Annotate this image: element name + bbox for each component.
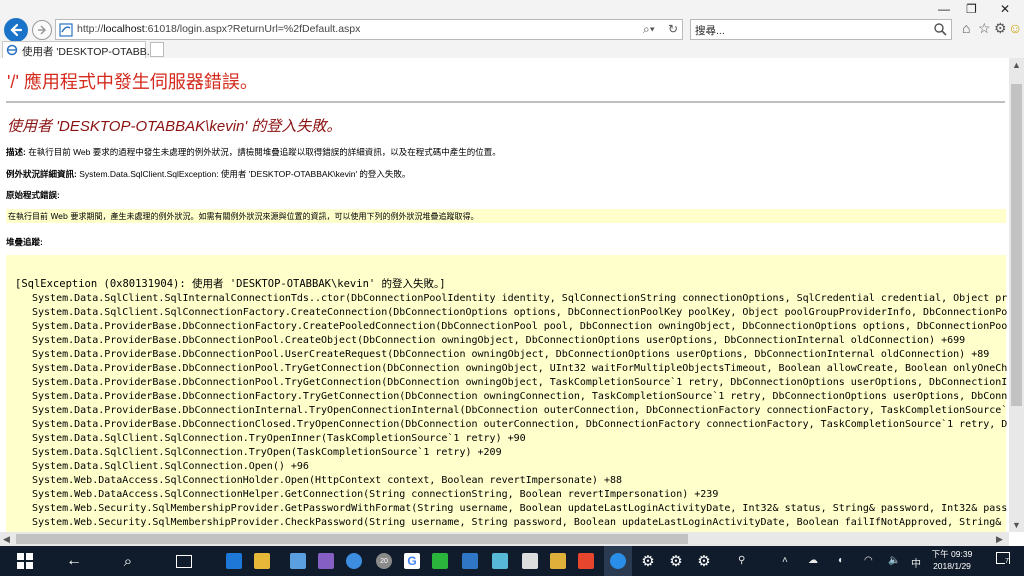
page-icon <box>59 23 73 37</box>
smiley-icon[interactable]: ☺ <box>1008 20 1022 36</box>
search-taskbar-icon[interactable]: ⌕ <box>116 546 140 576</box>
forward-button[interactable] <box>32 20 52 40</box>
scroll-up-icon[interactable]: ▲ <box>1012 60 1021 70</box>
google-icon[interactable]: G <box>400 546 424 576</box>
ie-tab-icon <box>6 44 18 56</box>
address-bar[interactable]: http://localhost:61018/login.aspx?Return… <box>55 19 683 40</box>
page-content: '/' 應用程式中發生伺服器錯誤。 使用者 'DESKTOP-OTABBAK\k… <box>0 58 1009 532</box>
minimize-icon[interactable]: — <box>938 2 950 16</box>
task-view-icon[interactable] <box>172 546 196 576</box>
exception-row: 例外狀況詳細資訊: System.Data.SqlClient.SqlExcep… <box>6 168 410 180</box>
stack-trace-lines: System.Data.SqlClient.SqlInternalConnect… <box>32 292 1007 530</box>
settings-taskbar-icon[interactable]: ⚙ <box>664 546 688 576</box>
stack-trace-line: System.Web.Security.SqlMembershipProvide… <box>32 503 1008 514</box>
stack-trace-label: 堆疊追蹤: <box>6 237 43 247</box>
shield-icon[interactable]: ◐ <box>838 555 844 566</box>
gear-icon[interactable]: ⚙ <box>994 20 1007 37</box>
cloud-icon[interactable]: ☁ <box>808 555 818 566</box>
stack-trace-line: System.Data.ProviderBase.DbConnectionPoo… <box>32 335 966 346</box>
horizontal-scroll-thumb[interactable] <box>16 534 688 544</box>
scroll-left-icon[interactable]: ◀ <box>3 534 10 545</box>
stack-trace-line: System.Data.SqlClient.SqlConnection.Open… <box>32 461 309 472</box>
tab-active[interactable]: 使用者 'DESKTOP-OTABB... <box>2 41 155 58</box>
stack-trace-line: System.Data.SqlClient.SqlConnection.TryO… <box>32 433 526 444</box>
stack-trace-line: System.Data.ProviderBase.DbConnectionFac… <box>32 321 1008 332</box>
search-input[interactable]: 搜尋... <box>695 23 725 38</box>
description-row: 描述: 在執行目前 Web 要求的過程中發生未處理的例外狀況，請檢閱堆疊追蹤以取… <box>6 146 501 158</box>
error-subtitle: 使用者 'DESKTOP-OTABBAK\kevin' 的登入失敗。 <box>7 118 342 135</box>
file-explorer-icon[interactable] <box>250 546 274 576</box>
line-icon[interactable] <box>428 546 452 576</box>
home-icon[interactable]: ⌂ <box>962 20 970 36</box>
favorites-icon[interactable]: ☆ <box>978 20 991 37</box>
stack-trace-line: System.Data.ProviderBase.DbConnectionFac… <box>32 391 1008 402</box>
chevron-up-icon[interactable]: ˄ <box>782 555 788 566</box>
source-error-label: 原始程式錯誤: <box>6 190 60 200</box>
stack-trace-line: System.Data.ProviderBase.DbConnectionPoo… <box>32 363 1008 374</box>
new-tab-button[interactable] <box>150 42 164 57</box>
stack-trace-line: System.Data.SqlClient.SqlInternalConnect… <box>32 293 1008 304</box>
url-text: http://localhost:61018/login.aspx?Return… <box>77 23 361 35</box>
visual-studio-icon[interactable] <box>314 546 338 576</box>
arrow-left-icon <box>10 23 23 37</box>
back-button[interactable] <box>4 18 28 42</box>
network-app-icon[interactable] <box>518 546 542 576</box>
action-center-icon[interactable]: 7 <box>996 552 1012 568</box>
scroll-right-icon[interactable]: ▶ <box>996 534 1003 545</box>
search-dropdown-icon[interactable]: ⌕▾ <box>643 22 655 37</box>
exception-label: 例外狀況詳細資訊: <box>6 169 77 179</box>
clock-date: 2018/1/29 <box>933 561 971 571</box>
browser-chrome: http://localhost:61018/login.aspx?Return… <box>0 0 1024 58</box>
stack-trace-line: System.Data.ProviderBase.DbConnectionClo… <box>32 419 1008 430</box>
edge-icon[interactable] <box>222 546 246 576</box>
tablet-app-icon[interactable] <box>488 546 512 576</box>
stack-trace-line: System.Data.SqlClient.SqlConnection.TryO… <box>32 447 502 458</box>
stack-trace-line: System.Data.ProviderBase.DbConnectionPoo… <box>32 377 1008 388</box>
notification-count: 7 <box>1005 558 1009 565</box>
music-icon[interactable] <box>574 546 598 576</box>
description-text: 在執行目前 Web 要求的過程中發生未處理的例外狀況，請檢閱堆疊追蹤以取得錯誤的… <box>25 147 501 157</box>
refresh-icon[interactable]: ↻ <box>668 22 678 36</box>
stack-trace-box: [SqlException (0x80131904): 使用者 'DESKTOP… <box>6 255 1007 532</box>
people-icon[interactable]: ⚲ <box>738 555 745 566</box>
store-icon[interactable] <box>286 546 310 576</box>
gear-taskbar-icon[interactable]: ⚙ <box>636 546 660 576</box>
stack-trace-line: System.Data.ProviderBase.DbConnectionPoo… <box>32 349 990 360</box>
search-icon[interactable] <box>933 22 947 36</box>
stack-trace-line: System.Web.Security.SqlMembershipProvide… <box>32 517 1002 528</box>
internet-explorer-icon[interactable] <box>604 546 632 576</box>
windows-start-icon[interactable] <box>10 546 40 576</box>
arrow-right-icon <box>38 25 47 35</box>
stack-trace-line: System.Data.SqlClient.SqlConnectionFacto… <box>32 307 1008 318</box>
volume-icon[interactable]: 🔈 <box>888 555 900 566</box>
scroll-down-icon[interactable]: ▼ <box>1012 520 1021 530</box>
service-icon[interactable]: ⚙ <box>692 546 716 576</box>
close-icon[interactable]: ✕ <box>1000 2 1010 16</box>
description-label: 描述: <box>6 147 26 157</box>
ime-icon[interactable]: 中 <box>911 555 921 570</box>
tab-title: 使用者 'DESKTOP-OTABB... <box>22 46 156 58</box>
stack-trace-line: System.Data.ProviderBase.DbConnectionInt… <box>32 405 1008 416</box>
page-title: '/' 應用程式中發生伺服器錯誤。 <box>7 72 258 92</box>
stack-trace-line: System.Web.DataAccess.SqlConnectionHelpe… <box>32 489 719 500</box>
mail-icon[interactable] <box>458 546 482 576</box>
restore-icon[interactable]: ❐ <box>966 2 977 16</box>
search-box[interactable]: 搜尋... <box>690 19 952 40</box>
back-arrow-icon[interactable]: ← <box>62 546 86 576</box>
divider <box>6 101 1005 103</box>
stack-trace-line: System.Web.DataAccess.SqlConnectionHolde… <box>32 475 623 486</box>
vertical-scroll-thumb[interactable] <box>1011 84 1022 406</box>
folder-icon[interactable] <box>546 546 570 576</box>
wifi-icon[interactable]: ◠ <box>864 555 873 566</box>
stack-trace-header: [SqlException (0x80131904): 使用者 'DESKTOP… <box>15 278 446 290</box>
notification-badge: 20 <box>376 553 392 569</box>
app-icon[interactable] <box>342 546 366 576</box>
badge-app-icon[interactable]: 20 <box>372 546 396 576</box>
exception-text: System.Data.SqlClient.SqlException: 使用者 … <box>76 169 411 179</box>
source-error-text: 在執行目前 Web 要求期間，產生未處理的例外狀況。如需有關例外狀況來源與位置的… <box>8 212 479 221</box>
source-error-box: 在執行目前 Web 要求期間，產生未處理的例外狀況。如需有關例外狀況來源與位置的… <box>6 209 1006 223</box>
clock-time: 下午 09:39 <box>931 549 973 559</box>
system-clock[interactable]: 下午 09:39 2018/1/29 <box>928 548 976 572</box>
